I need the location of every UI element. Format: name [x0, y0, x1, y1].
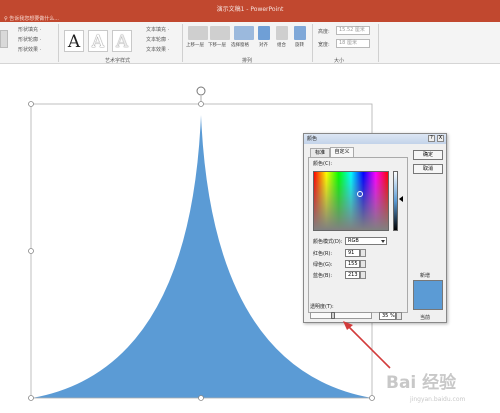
annotation-layer: [343, 321, 391, 369]
watermark-url: jingyan.baidu.com: [410, 396, 466, 403]
watermark-logo: Bai 经验: [386, 373, 457, 393]
annotation-arrow: [345, 323, 391, 369]
